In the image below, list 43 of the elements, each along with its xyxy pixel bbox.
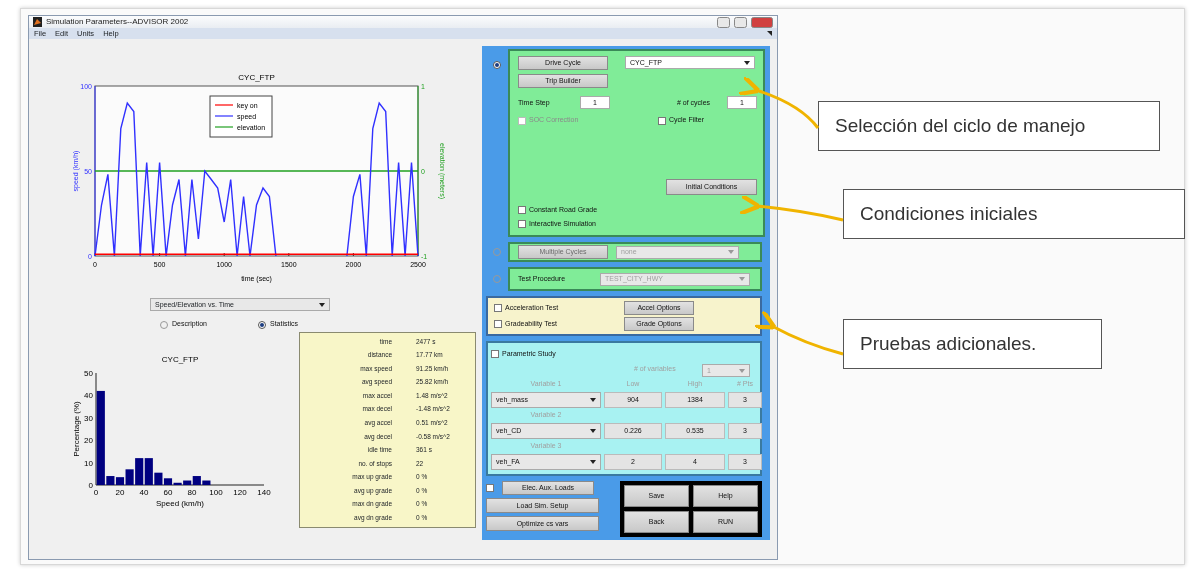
checkbox[interactable] bbox=[494, 320, 502, 329]
tick-label: 80 bbox=[187, 487, 197, 497]
tick-label: 100 bbox=[209, 487, 223, 497]
tick-label: 50 bbox=[84, 368, 93, 378]
legend-box bbox=[209, 95, 273, 138]
caret-icon bbox=[590, 429, 596, 434]
tick-label: 120 bbox=[233, 487, 247, 497]
tick-label: 40 bbox=[84, 391, 93, 401]
checkbox[interactable] bbox=[518, 220, 526, 229]
caret-icon bbox=[739, 277, 745, 282]
checkbox[interactable] bbox=[518, 206, 526, 215]
checkbox[interactable] bbox=[494, 304, 502, 313]
window-title: Simulation Parameters--ADVISOR 2002 bbox=[46, 16, 189, 28]
checkbox[interactable] bbox=[486, 484, 494, 493]
checkbox[interactable] bbox=[491, 350, 499, 359]
radio-button[interactable] bbox=[258, 320, 266, 329]
caret-icon bbox=[590, 460, 596, 465]
tick-label: 20 bbox=[115, 487, 125, 497]
tick-label: 40 bbox=[139, 487, 149, 497]
tick-label: 0 bbox=[88, 480, 93, 490]
radio-button[interactable] bbox=[493, 61, 501, 70]
app-icon bbox=[33, 17, 42, 27]
callout-box: Pruebas adicionales. bbox=[843, 319, 1102, 369]
tick-label: 60 bbox=[163, 487, 173, 497]
axis-title: Percentage (%) bbox=[72, 400, 81, 457]
dock-arrow-icon bbox=[767, 31, 772, 37]
tick-label: 30 bbox=[84, 413, 93, 423]
chart-title: CYC_FTP bbox=[238, 73, 275, 83]
caret-icon bbox=[739, 368, 745, 373]
tick-label: 0 bbox=[93, 487, 99, 497]
close-icon bbox=[751, 16, 773, 28]
tick-label: 10 bbox=[84, 458, 93, 468]
checkbox[interactable] bbox=[658, 116, 666, 125]
caret-icon bbox=[728, 250, 734, 255]
caret-icon bbox=[744, 60, 750, 65]
caret-icon bbox=[590, 398, 596, 403]
axis-title: Speed (km/h) bbox=[156, 498, 204, 508]
chart-title: CYC_FTP bbox=[161, 354, 199, 364]
tick-label: 20 bbox=[84, 435, 93, 445]
callout-box: Selección del ciclo de manejo bbox=[818, 101, 1160, 151]
callout-box: Condiciones iniciales bbox=[843, 189, 1185, 239]
caret-icon bbox=[319, 302, 325, 307]
tick-label: 140 bbox=[257, 487, 271, 497]
